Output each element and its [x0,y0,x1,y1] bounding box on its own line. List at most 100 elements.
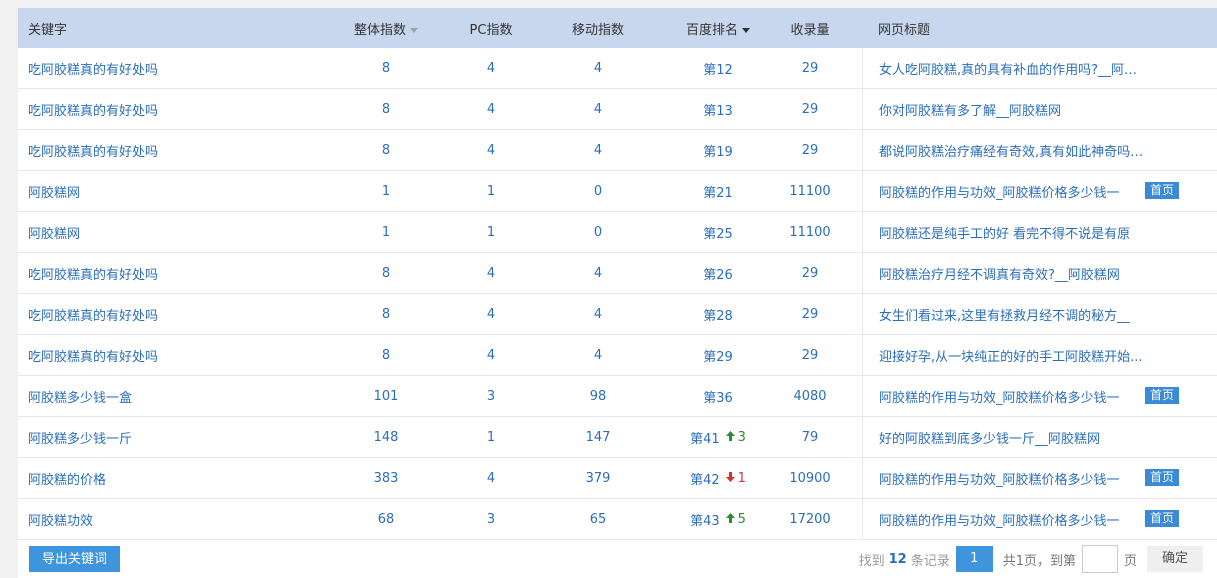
table-header: 关键字 整体指数 PC指数 移动指数 百度排名 收录量 网页标题 [18,8,1217,48]
page-title-link[interactable]: 女生们看过来,这里有拯救月经不调的秘方__ [879,305,1130,324]
arrow-up-icon [725,512,735,527]
header-mobile-index-label: 移动指数 [571,22,624,38]
keyword-link[interactable]: 阿胶糕网 [28,227,80,242]
cell-mobile-index: 0 [593,224,603,240]
cell-total-index: 1 [381,224,391,240]
cell-mobile-index: 4 [593,306,603,322]
cell-page-title[interactable]: 你对阿胶糕有多了解__阿胶糕网 [862,89,1217,129]
rank-value: 第13 [703,103,733,119]
cell-keyword[interactable]: 阿胶糕多少钱一斤 [18,428,308,447]
cell-keyword[interactable]: 阿胶糕网 [18,182,308,201]
page-unit: 页 [1123,553,1137,569]
table-row: 阿胶糕多少钱一盒 101 3 98 第36 4080 阿胶糕的作用与功效_阿胶糕价格多少钱一… [18,376,1217,417]
keyword-link[interactable]: 吃阿胶糕真的有好处吗 [28,268,158,283]
cell-page-title[interactable]: 好的阿胶糕到底多少钱一斤__阿胶糕网 [862,417,1217,457]
keyword-link[interactable]: 阿胶糕功效 [28,514,93,529]
keyword-link[interactable]: 阿胶糕多少钱一盒 [28,391,132,406]
cell-page-title[interactable]: 女人吃阿胶糕,真的具有补血的作用吗?__阿胶... [862,48,1217,88]
cell-keyword[interactable]: 吃阿胶糕真的有好处吗 [18,59,308,78]
cell-pc-index: 1 [486,183,496,199]
rank-value: 第43 [690,513,720,529]
page-title-link[interactable]: 都说阿胶糕治疗痛经有奇效,真有如此神奇吗?... [879,141,1144,160]
cell-page-title[interactable]: 阿胶糕治疗月经不调真有奇效?__阿胶糕网 [862,253,1217,293]
cell-records: 79 [801,429,819,445]
table-row: 阿胶糕多少钱一斤 148 1 147 第41 3 79 好的阿胶糕到底多少钱一斤__阿胶糕网 [18,417,1217,458]
confirm-button[interactable]: 确定 [1147,546,1203,572]
cell-keyword[interactable]: 吃阿胶糕真的有好处吗 [18,100,308,119]
table-row: 吃阿胶糕真的有好处吗 8 4 4 第12 29 女人吃阿胶糕,真的具有补血的作用吗?__阿胶… [18,48,1217,89]
cell-keyword[interactable]: 吃阿胶糕真的有好处吗 [18,264,308,283]
rank-value: 第26 [703,267,733,283]
cell-keyword[interactable]: 吃阿胶糕真的有好处吗 [18,141,308,160]
page-title-link[interactable]: 女人吃阿胶糕,真的具有补血的作用吗?__阿胶... [879,59,1144,78]
page-title-link[interactable]: 阿胶糕的作用与功效_阿胶糕价格多少钱一 [879,510,1120,529]
table-row: 阿胶糕网 1 1 0 第21 11100 阿胶糕的作用与功效_阿胶糕价格多少钱一 首页 [18,171,1217,212]
goto-page-input[interactable] [1081,545,1118,573]
keyword-link[interactable]: 吃阿胶糕真的有好处吗 [28,350,158,365]
cell-keyword[interactable]: 阿胶糕的价格 [18,469,308,488]
rank-wrap: 第29 [703,346,733,365]
cell-page-title[interactable]: 阿胶糕的作用与功效_阿胶糕价格多少钱一 首页 [862,376,1217,416]
header-records-label: 收录量 [790,22,830,38]
rank-value: 第28 [703,308,733,324]
cell-baidu-rank: 第29 [678,346,758,365]
cell-total-index: 148 [373,429,399,445]
header-total-index[interactable]: 整体指数 [308,19,464,38]
cell-mobile-index: 4 [593,101,603,117]
cell-page-title[interactable]: 阿胶糕还是纯手工的好 看完不得不说是有原 [862,212,1217,252]
cell-baidu-rank: 第13 [678,100,758,119]
rank-wrap: 第28 [703,305,733,324]
cell-page-title[interactable]: 女生们看过来,这里有拯救月经不调的秘方__ [862,294,1217,334]
table-footer: 导出关键词 找到 12 条记录 1 共1页，到第 页 确定 [18,540,1217,578]
cell-page-title[interactable]: 迎接好孕,从一块纯正的好的手工阿胶糕开始... [862,335,1217,375]
keyword-link[interactable]: 吃阿胶糕真的有好处吗 [28,63,158,78]
keyword-link[interactable]: 吃阿胶糕真的有好处吗 [28,309,158,324]
cell-page-title[interactable]: 阿胶糕的作用与功效_阿胶糕价格多少钱一 首页 [862,458,1217,498]
page-title-link[interactable]: 阿胶糕还是纯手工的好 看完不得不说是有原 [879,223,1130,242]
cell-keyword[interactable]: 吃阿胶糕真的有好处吗 [18,346,308,365]
rank-change: 3 [725,429,746,445]
cell-total-index: 8 [381,347,391,363]
page-title-link[interactable]: 阿胶糕的作用与功效_阿胶糕价格多少钱一 [879,387,1120,406]
cell-pc-index: 3 [486,388,496,404]
rank-change-value: 1 [737,470,746,486]
page-title-link[interactable]: 好的阿胶糕到底多少钱一斤__阿胶糕网 [879,428,1100,447]
page-title-link[interactable]: 阿胶糕的作用与功效_阿胶糕价格多少钱一 [879,182,1120,201]
keyword-table-panel: 关键字 整体指数 PC指数 移动指数 百度排名 收录量 网页标题 吃阿胶糕真的有… [18,8,1217,578]
rank-change-value: 3 [737,429,746,445]
keyword-link[interactable]: 吃阿胶糕真的有好处吗 [28,104,158,119]
page-title-link[interactable]: 阿胶糕治疗月经不调真有奇效?__阿胶糕网 [879,264,1120,283]
cell-page-title[interactable]: 都说阿胶糕治疗痛经有奇效,真有如此神奇吗?... [862,130,1217,170]
cell-keyword[interactable]: 阿胶糕功效 [18,510,308,529]
page-title-link[interactable]: 阿胶糕的作用与功效_阿胶糕价格多少钱一 [879,469,1120,488]
cell-keyword[interactable]: 吃阿胶糕真的有好处吗 [18,305,308,324]
page-title-link[interactable]: 迎接好孕,从一块纯正的好的手工阿胶糕开始... [879,346,1143,365]
homepage-badge: 首页 [1145,510,1180,527]
export-keywords-button[interactable]: 导出关键词 [29,546,121,572]
header-baidu-rank[interactable]: 百度排名 [678,19,758,38]
rank-wrap: 第19 [703,141,733,160]
cell-page-title[interactable]: 阿胶糕的作用与功效_阿胶糕价格多少钱一 首页 [862,171,1217,211]
keyword-link[interactable]: 阿胶糕的价格 [28,473,106,488]
header-keyword-label: 关键字 [28,22,68,38]
cell-pc-index: 4 [486,470,496,486]
current-page-button[interactable]: 1 [955,546,993,572]
cell-records: 11100 [789,183,831,199]
keyword-link[interactable]: 吃阿胶糕真的有好处吗 [28,145,158,160]
cell-mobile-index: 0 [593,183,603,199]
rank-wrap: 第12 [703,59,733,78]
cell-total-index: 8 [381,306,391,322]
table-body: 吃阿胶糕真的有好处吗 8 4 4 第12 29 女人吃阿胶糕,真的具有补血的作用吗?__阿胶… [18,48,1217,540]
rank-value: 第29 [703,349,733,365]
rank-wrap: 第25 [703,223,733,242]
keyword-link[interactable]: 阿胶糕网 [28,186,80,201]
cell-mobile-index: 147 [585,429,611,445]
cell-keyword[interactable]: 阿胶糕网 [18,223,308,242]
cell-keyword[interactable]: 阿胶糕多少钱一盒 [18,387,308,406]
table-row: 吃阿胶糕真的有好处吗 8 4 4 第13 29 你对阿胶糕有多了解__阿胶糕网 [18,89,1217,130]
cell-baidu-rank: 第19 [678,141,758,160]
found-prefix: 找到 [858,553,885,569]
keyword-link[interactable]: 阿胶糕多少钱一斤 [28,432,132,447]
page-title-link[interactable]: 你对阿胶糕有多了解__阿胶糕网 [879,100,1061,119]
cell-page-title[interactable]: 阿胶糕的作用与功效_阿胶糕价格多少钱一 首页 [862,499,1217,539]
